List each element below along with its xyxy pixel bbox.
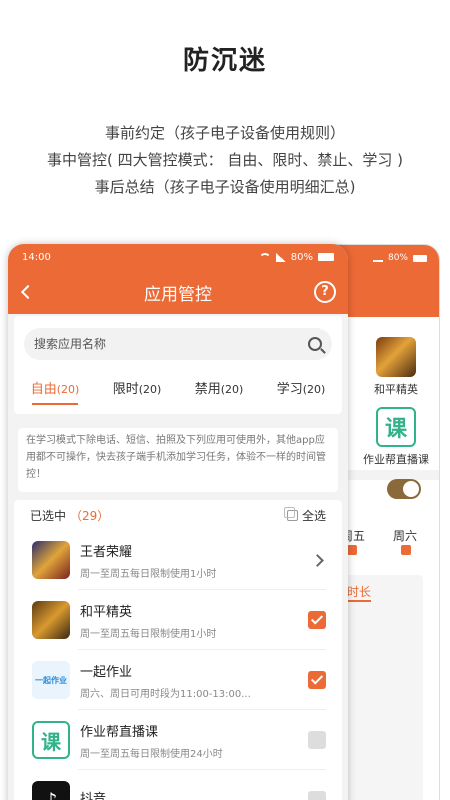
status-bar: 14:00 80%	[8, 244, 348, 270]
study-mode-notice: 在学习模式下除电话、短信、拍照及下列应用可使用外，其他app应用都不可操作，快去…	[18, 428, 338, 492]
hpjy-app-icon	[32, 601, 70, 639]
app-checkbox[interactable]	[308, 671, 326, 689]
page-title: 应用管控	[144, 284, 212, 305]
promo-line-2: 事中管控( 四大管控模式： 自由、限时、禁止、学习 )	[46, 151, 403, 169]
search-input[interactable]	[34, 337, 308, 351]
day-checkbox[interactable]	[401, 545, 411, 555]
tab-limited[interactable]: 限时(20)	[96, 378, 178, 405]
app-rule: 周一至周五每日限制使用24小时	[80, 748, 223, 760]
app-name: 作业帮直播课	[80, 724, 159, 740]
wifi-icon	[258, 252, 271, 262]
app-rule: 周一至周五每日限制使用1小时	[80, 628, 217, 640]
tab-disabled[interactable]: 禁用(20)	[178, 378, 260, 405]
battery-icon	[318, 253, 334, 261]
list-header: 已选中 （29） 全选	[14, 500, 342, 530]
app-checkbox[interactable]	[308, 731, 326, 749]
app-row-wzry[interactable]: 王者荣耀 周一至周五每日限制使用1小时	[14, 530, 342, 590]
promo-line-3: 事后总结（孩子电子设备使用明细汇总)	[94, 178, 356, 196]
select-all-icon	[283, 506, 298, 521]
back-battery-icon	[413, 254, 427, 262]
back-wifi-icon	[372, 254, 383, 262]
back-toggle-switch[interactable]	[387, 479, 421, 499]
zyb-app-icon: 课	[32, 721, 70, 759]
app-row-hpjy[interactable]: 和平精英 周一至周五每日限制使用1小时	[14, 590, 342, 650]
app-row-dy[interactable]: ♪ 抖音	[14, 770, 342, 800]
back-day-checks	[347, 545, 411, 555]
tab-study[interactable]: 学习(20)	[260, 378, 342, 405]
app-list-card: 已选中 （29） 全选 王者荣耀 周一至周五每日限制使用1小时 和平精英 周一至…	[14, 500, 342, 800]
mode-tabs: 自由(20) 限时(20) 禁用(20) 学习(20)	[14, 378, 342, 405]
tab-free[interactable]: 自由(20)	[14, 378, 96, 405]
app-name: 王者荣耀	[80, 544, 133, 560]
select-all-button[interactable]: 全选	[283, 506, 326, 524]
app-header: 应用管控 ?	[8, 270, 348, 314]
front-phone-mockup: 14:00 80% 应用管控 ? 自由(20) 限时(20) 禁用(20) 学习…	[8, 244, 348, 800]
promo-title: 防沉迷	[182, 46, 267, 76]
back-app-hpjy: 和平精英	[361, 337, 431, 397]
back-battery-text: 80%	[387, 253, 408, 263]
douyin-app-icon: ♪	[32, 781, 70, 800]
wzry-app-icon	[32, 541, 70, 579]
back-button[interactable]	[8, 270, 48, 314]
app-rule: 周一至周五每日限制使用1小时	[80, 568, 217, 580]
app-checkbox[interactable]	[308, 791, 326, 800]
search-icon[interactable]	[308, 337, 322, 351]
status-time: 14:00	[22, 251, 51, 263]
chevron-left-icon	[20, 284, 36, 300]
day-checkbox[interactable]	[347, 545, 357, 555]
app-checkbox[interactable]	[308, 611, 326, 629]
search-tabs-card: 自由(20) 限时(20) 禁用(20) 学习(20)	[14, 316, 342, 414]
zyb-icon: 课	[376, 407, 416, 447]
promo-line-1: 事前约定（孩子电子设备使用规则）	[104, 124, 345, 142]
signal-icon	[275, 252, 286, 262]
app-row-yqzy[interactable]: 一起作业 一起作业 周六、周日可用时段为11:00-13:00...	[14, 650, 342, 710]
selected-label: 已选中	[30, 508, 67, 523]
chevron-right-icon[interactable]	[311, 553, 324, 567]
promo-description: 事前约定（孩子电子设备使用规则） 事中管控( 四大管控模式： 自由、限时、禁止、…	[0, 120, 450, 201]
day-label: 周六	[393, 529, 418, 543]
app-name: 抖音	[80, 792, 107, 800]
back-days: 周五 周六	[341, 527, 417, 544]
back-app-label: 和平精英	[374, 383, 418, 396]
app-name: 和平精英	[80, 604, 133, 620]
battery-percent: 80%	[290, 251, 313, 263]
back-app-label: 作业帮直播课	[363, 453, 429, 466]
yqzy-app-icon: 一起作业	[32, 661, 70, 699]
selected-count: （29）	[70, 508, 110, 523]
back-app-zyb: 课 作业帮直播课	[361, 407, 431, 467]
app-name: 一起作业	[80, 664, 133, 680]
search-bar[interactable]	[24, 328, 332, 360]
back-panel-label: 时长	[347, 583, 372, 602]
hpjy-icon	[376, 337, 416, 377]
help-icon[interactable]: ?	[314, 281, 336, 303]
app-row-zyb[interactable]: 课 作业帮直播课 周一至周五每日限制使用24小时	[14, 710, 342, 770]
app-rule: 周六、周日可用时段为11:00-13:00...	[80, 688, 251, 700]
